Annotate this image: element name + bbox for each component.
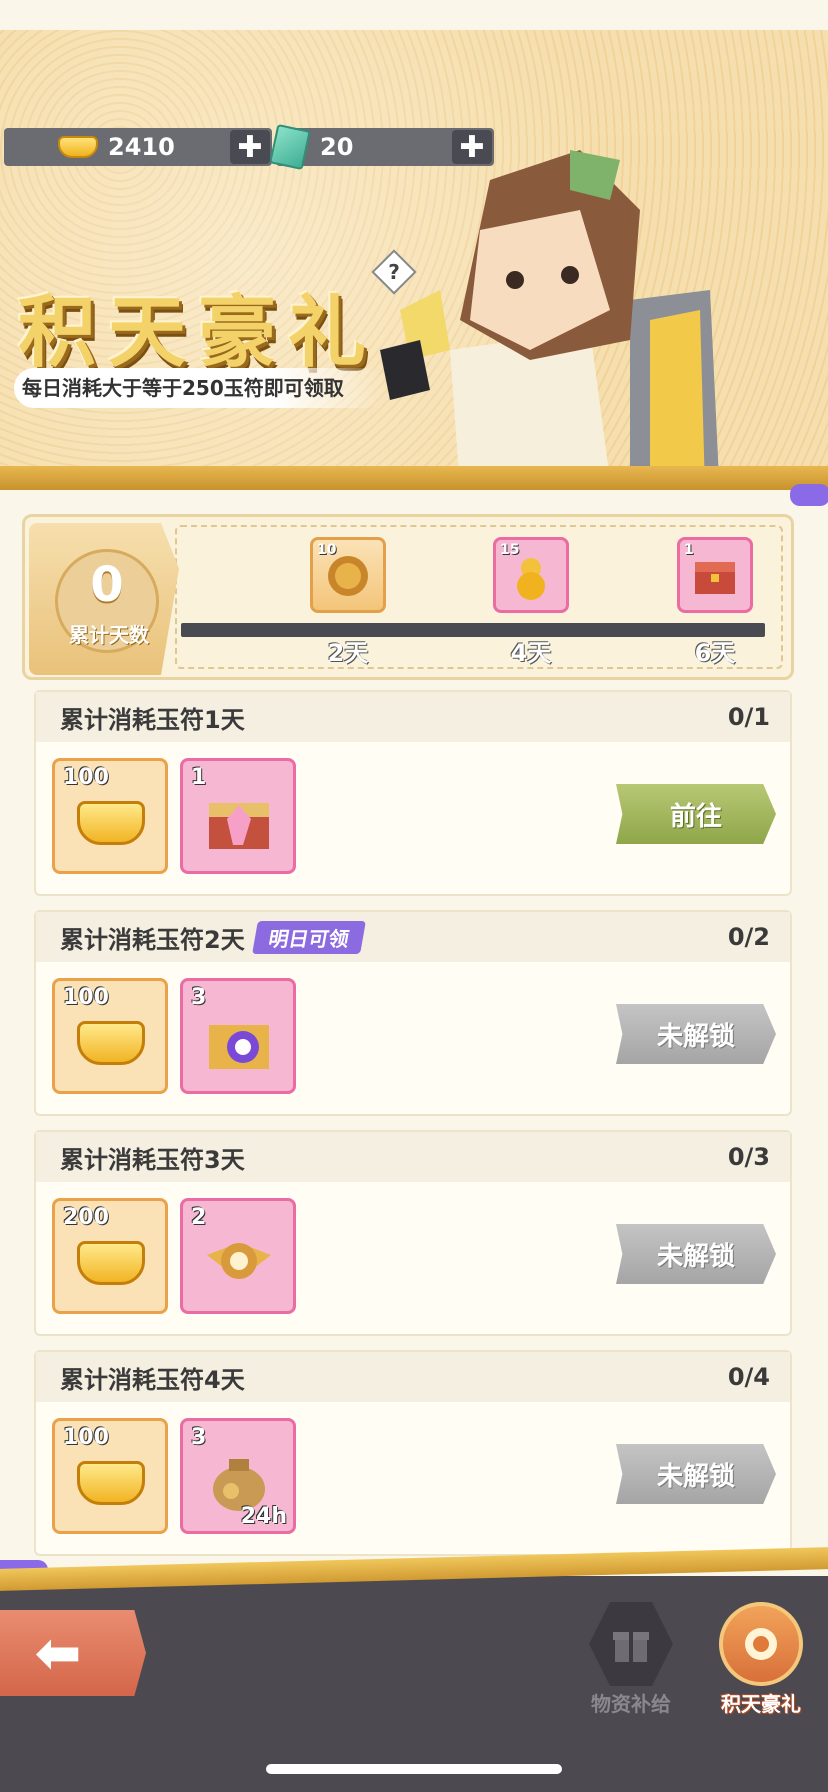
home-indicator[interactable]	[266, 1764, 562, 1774]
go-button[interactable]: 前往	[616, 784, 776, 844]
add-ticket-button[interactable]: ✚	[452, 130, 492, 165]
claimable-tomorrow-badge: 明日可领	[251, 920, 366, 954]
cumulative-progress-panel: 0 累计天数 10 2天 15 4天 1 6天	[22, 514, 794, 680]
days-label: 累计天数	[69, 623, 149, 647]
reward-gold-ingot[interactable]: 200	[52, 1198, 168, 1314]
gold-value: 2410	[108, 133, 175, 161]
days-count: 0	[90, 557, 124, 613]
duration-tag: 24h	[240, 1504, 287, 1529]
locked-button[interactable]: 未解锁	[616, 1444, 776, 1504]
back-button[interactable]: ⬅	[0, 1610, 146, 1696]
general-chest-icon	[209, 1025, 269, 1069]
task-title: 累计消耗玉符3天	[60, 1145, 245, 1174]
general-token-icon: 10	[310, 537, 386, 613]
task-card-day-2: 累计消耗玉符2天 明日可领 0/2 100 3 未解锁	[34, 910, 792, 1116]
winged-emblem-icon	[207, 1243, 271, 1279]
task-progress: 0/2	[727, 923, 770, 951]
gold-gourd-icon: 15	[493, 537, 569, 613]
gold-ingot-icon	[77, 1021, 145, 1065]
task-progress: 0/1	[727, 703, 770, 731]
days-counter: 0 累计天数	[29, 523, 179, 675]
ticket-currency-bar: 20 ✚	[269, 123, 494, 171]
locked-button[interactable]: 未解锁	[616, 1004, 776, 1064]
task-progress: 0/4	[727, 1363, 770, 1391]
nav-supply[interactable]: 物资补给	[576, 1602, 686, 1717]
gold-ingot-icon	[77, 801, 145, 845]
task-title: 累计消耗玉符1天	[60, 705, 245, 734]
task-card-day-1: 累计消耗玉符1天 0/1 100 1 前往	[34, 690, 792, 896]
gift-icon	[589, 1602, 673, 1686]
task-card-day-4: 累计消耗玉符4天 0/4 100 3 24h 未解锁	[34, 1350, 792, 1556]
task-title: 累计消耗玉符4天	[60, 1365, 245, 1394]
gold-ingot-icon	[77, 1461, 145, 1505]
reward-crystal-chest[interactable]: 1	[180, 758, 296, 874]
reward-gold-ingot[interactable]: 100	[52, 1418, 168, 1534]
task-card-day-3: 累计消耗玉符3天 0/3 200 2 未解锁	[34, 1130, 792, 1336]
add-gold-button[interactable]: ✚	[230, 130, 270, 165]
reward-gold-ingot[interactable]: 100	[52, 978, 168, 1094]
ticket-value: 20	[320, 133, 354, 161]
red-chest-icon: 1	[677, 537, 753, 613]
milestone-6-days[interactable]: 1 6天	[675, 537, 755, 667]
back-arrow-icon: ⬅	[34, 1620, 82, 1686]
milestone-4-days[interactable]: 15 4天	[491, 537, 571, 667]
gold-ingot-icon	[54, 128, 102, 166]
task-progress: 0/3	[727, 1143, 770, 1171]
reward-winged-emblem[interactable]: 2	[180, 1198, 296, 1314]
reward-coin-bag[interactable]: 3 24h	[180, 1418, 296, 1534]
hero-character-illustration	[380, 150, 720, 490]
gold-gift-icon	[719, 1602, 803, 1686]
gold-currency-bar: 2410 ✚	[4, 128, 272, 166]
bottom-nav-bar: ⬅ 物资补给 积天豪礼	[0, 1576, 828, 1792]
event-banner: 2410 ✚ 20 ✚ 积天豪礼 ? 每日消耗大于等于250玉符即可领取	[0, 30, 828, 490]
jade-ticket-icon	[266, 123, 314, 171]
gold-ingot-icon	[77, 1241, 145, 1285]
nav-cumulative-gift[interactable]: 积天豪礼	[706, 1602, 816, 1717]
reward-general-chest[interactable]: 3	[180, 978, 296, 1094]
milestone-2-days[interactable]: 10 2天	[308, 537, 388, 667]
crystal-chest-icon	[209, 803, 269, 849]
event-subtitle: 每日消耗大于等于250玉符即可领取	[14, 368, 384, 408]
purple-accent	[790, 484, 828, 506]
reward-gold-ingot[interactable]: 100	[52, 758, 168, 874]
status-strip	[0, 0, 828, 30]
event-title: 积天豪礼	[18, 287, 379, 378]
task-title: 累计消耗玉符2天	[60, 925, 245, 954]
locked-button[interactable]: 未解锁	[616, 1224, 776, 1284]
